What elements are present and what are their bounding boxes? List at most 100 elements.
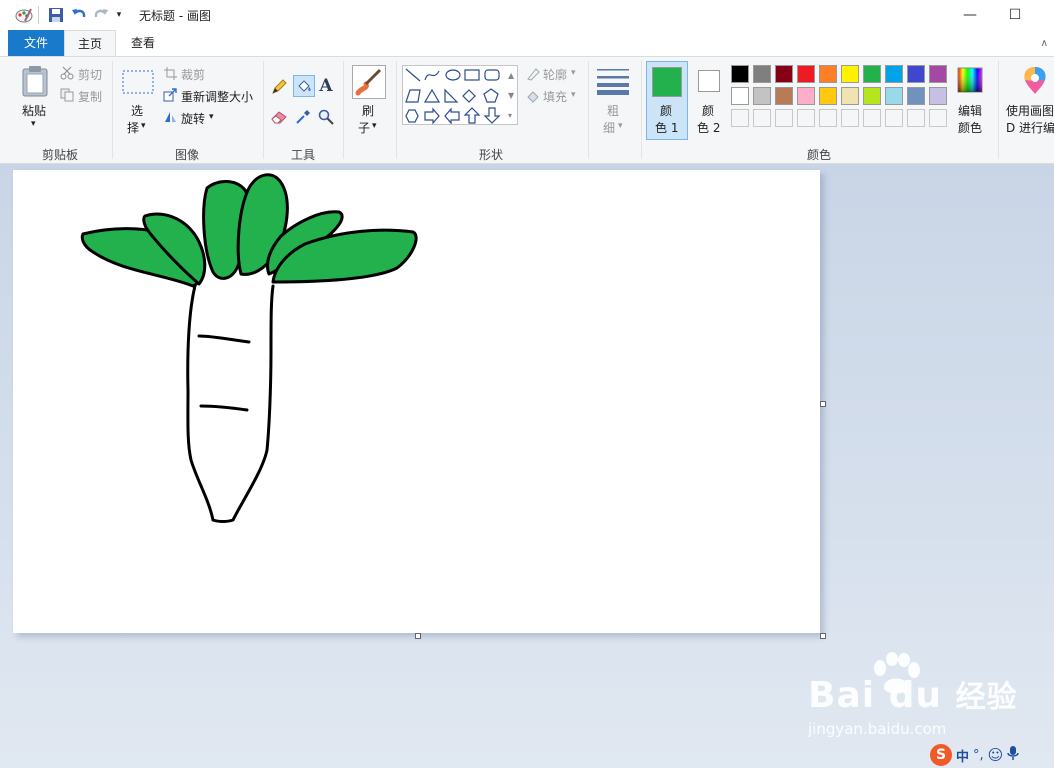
brushes-icon[interactable] (352, 65, 386, 99)
copy-button[interactable]: 复制 (78, 88, 102, 105)
palette-color-swatch[interactable] (885, 87, 903, 105)
palette-custom-slot[interactable] (819, 109, 837, 127)
palette-color-swatch[interactable] (753, 87, 771, 105)
select-label-2[interactable]: 择 (127, 119, 139, 136)
paint3d-label-2[interactable]: D 进行编 (1006, 119, 1054, 136)
palette-color-swatch[interactable] (885, 65, 903, 83)
shapes-scroll-up-icon[interactable]: ▲ (508, 71, 514, 80)
brushes-label[interactable]: 刷 (362, 102, 374, 119)
resize-button[interactable]: 重新调整大小 (181, 88, 253, 105)
rotate-button[interactable]: 旋转 (181, 110, 205, 127)
palette-custom-slot[interactable] (929, 109, 947, 127)
palette-custom-slot[interactable] (907, 109, 925, 127)
palette-color-swatch[interactable] (775, 65, 793, 83)
rotate-dropdown-icon[interactable]: ▾ (209, 112, 214, 122)
palette-color-swatch[interactable] (731, 65, 749, 83)
microphone-icon[interactable] (1007, 745, 1020, 765)
text-tool-icon[interactable]: A (317, 76, 335, 96)
palette-custom-slot[interactable] (841, 109, 859, 127)
sogou-logo-icon[interactable]: S (930, 744, 952, 766)
customize-toolbar-icon[interactable]: ▾ (113, 6, 125, 24)
shapes-expand-icon[interactable]: ▾ (508, 111, 512, 120)
palette-color-swatch[interactable] (929, 65, 947, 83)
paint3d-icon[interactable] (1020, 65, 1050, 95)
outline-button[interactable]: 轮廓 (543, 66, 567, 83)
paw-logo-icon (870, 652, 922, 699)
palette-color-swatch[interactable] (863, 87, 881, 105)
cut-button[interactable]: 剪切 (78, 66, 102, 83)
fill-bucket-icon[interactable] (293, 75, 315, 97)
palette-custom-slot[interactable] (753, 109, 771, 127)
palette-color-swatch[interactable] (797, 87, 815, 105)
paste-icon[interactable] (20, 65, 50, 97)
palette-color-swatch[interactable] (841, 65, 859, 83)
select-dropdown-icon[interactable]: ▾ (141, 121, 146, 131)
palette-custom-slot[interactable] (885, 109, 903, 127)
edit-colors-label-2[interactable]: 颜色 (958, 119, 982, 136)
palette-color-swatch[interactable] (819, 65, 837, 83)
size-label[interactable]: 粗 (607, 102, 619, 119)
shapes-scroll-down-icon[interactable]: ▼ (508, 91, 514, 100)
watermark-url: jingyan.baidu.com (808, 720, 947, 738)
palette-color-swatch[interactable] (907, 65, 925, 83)
size-label-2[interactable]: 细 (603, 119, 615, 136)
edit-colors-label[interactable]: 编辑 (958, 102, 982, 119)
brushes-label-2[interactable]: 子 (358, 119, 370, 136)
outline-dropdown-icon[interactable]: ▾ (571, 68, 576, 78)
resize-handle-corner[interactable] (820, 633, 826, 639)
minimize-button[interactable]: — (955, 3, 985, 27)
palette-color-swatch[interactable] (841, 87, 859, 105)
palette-color-swatch[interactable] (775, 87, 793, 105)
select-icon[interactable] (122, 69, 154, 95)
color-1-swatch[interactable] (652, 67, 682, 97)
crop-button[interactable]: 裁剪 (181, 66, 205, 83)
eraser-icon[interactable] (270, 108, 288, 126)
magnifier-icon[interactable] (317, 108, 335, 126)
tab-home[interactable]: 主页 (64, 30, 116, 57)
palette-custom-slot[interactable] (863, 109, 881, 127)
collapse-ribbon-icon[interactable]: ∧ (1041, 38, 1048, 49)
palette-custom-slot[interactable] (731, 109, 749, 127)
shapes-gallery[interactable] (402, 65, 518, 125)
palette-color-swatch[interactable] (731, 87, 749, 105)
palette-color-swatch[interactable] (797, 65, 815, 83)
color-picker-icon[interactable] (294, 108, 312, 126)
palette-custom-slot[interactable] (797, 109, 815, 127)
save-icon[interactable] (47, 6, 65, 24)
palette-color-swatch[interactable] (907, 87, 925, 105)
palette-color-swatch[interactable] (753, 65, 771, 83)
size-dropdown-icon[interactable]: ▾ (618, 121, 623, 131)
select-label[interactable]: 选 (131, 102, 143, 119)
palette-custom-slot[interactable] (775, 109, 793, 127)
maximize-button[interactable]: ☐ (1000, 3, 1030, 27)
redo-icon[interactable] (92, 6, 110, 24)
resize-icon (163, 88, 177, 102)
palette-color-swatch[interactable] (819, 87, 837, 105)
paint3d-label[interactable]: 使用画图 (1006, 102, 1054, 119)
undo-icon[interactable] (70, 6, 88, 24)
paint-app-icon[interactable] (15, 6, 33, 24)
edit-colors-icon[interactable] (957, 67, 983, 93)
color-2-label-2[interactable]: 色 2 (697, 119, 720, 136)
ime-punct[interactable]: °, (973, 748, 984, 763)
tab-file[interactable]: 文件 (8, 30, 64, 57)
ime-language[interactable]: 中 (956, 746, 969, 765)
pencil-icon[interactable] (270, 78, 288, 96)
color-1-label-2: 色 1 (655, 121, 679, 135)
size-icon[interactable] (596, 67, 630, 95)
root-line-lower (199, 404, 249, 412)
fill-dropdown-icon[interactable]: ▾ (571, 90, 576, 100)
resize-handle-right[interactable] (820, 401, 826, 407)
fill-button[interactable]: 填充 (543, 88, 567, 105)
brushes-dropdown-icon[interactable]: ▾ (372, 121, 377, 131)
drawing-canvas[interactable] (13, 170, 820, 633)
color-2-label[interactable]: 颜 (702, 102, 714, 119)
resize-handle-bottom[interactable] (415, 633, 421, 639)
palette-color-swatch[interactable] (863, 65, 881, 83)
color-2-swatch[interactable] (698, 70, 720, 92)
palette-color-swatch[interactable] (929, 87, 947, 105)
paste-label[interactable]: 粘贴 (22, 102, 46, 119)
emoji-icon[interactable]: ☺ (988, 746, 1004, 764)
tab-view[interactable]: 查看 (116, 30, 170, 57)
paste-dropdown-icon[interactable]: ▾ (31, 119, 36, 129)
